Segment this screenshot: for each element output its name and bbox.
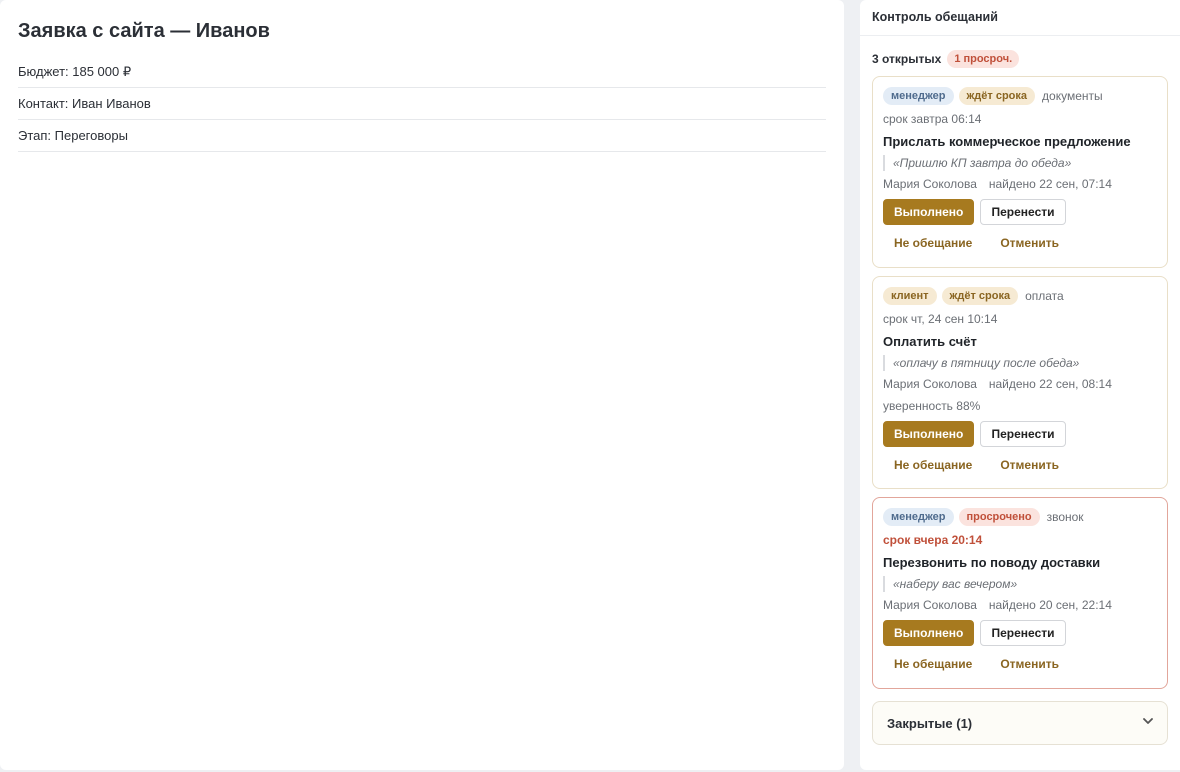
not-promise-link[interactable]: Не обещание [894,235,972,251]
promise-meta: Мария Соколова найдено 22 сен, 07:14 [883,176,1157,192]
not-promise-link[interactable]: Не обещание [894,656,972,672]
found-date: найдено 22 сен, 07:14 [988,177,1112,191]
cancel-link[interactable]: Отменить [1000,656,1059,672]
promise-quote: «наберу вас вечером» [883,576,1157,592]
author: Мария Соколова [883,598,977,612]
done-button[interactable]: Выполнено [883,421,974,447]
promise-title: Оплатить счёт [883,334,977,349]
done-button[interactable]: Выполнено [883,199,974,225]
promise-quote: «Пришлю КП завтра до обеда» [883,155,1157,171]
promises-panel: Контроль обещаний 3 открытых 1 просроч. … [860,0,1180,770]
not-promise-link[interactable]: Не обещание [894,457,972,473]
kind-label: звонок [1046,510,1084,524]
status-tag: просрочено [958,508,1040,526]
promises-summary: 3 открытых 1 просроч. [860,36,1180,70]
reschedule-button[interactable]: Перенести [980,199,1066,225]
promise-quote: «оплачу в пятницу после обеда» [883,355,1157,371]
due-date: срок вчера 20:14 [883,533,983,547]
promise-title: Перезвонить по поводу доставки [883,555,1101,570]
promise-card: менеджер ждёт срока документы срок завтр… [872,76,1168,268]
overdue-badge: 1 просроч. [947,50,1020,68]
closed-label: Закрытые (1) [887,715,973,731]
found-date: найдено 20 сен, 22:14 [988,598,1112,612]
promise-card-overdue: менеджер просрочено звонок срок вчера 20… [872,497,1168,689]
reschedule-button[interactable]: Перенести [980,421,1066,447]
deal-title: Заявка с сайта — Иванов [18,20,270,42]
author: Мария Соколова [883,177,977,191]
status-tag: ждёт срока [941,287,1019,305]
due-date: срок завтра 06:14 [883,112,982,126]
promise-card: клиент ждёт срока оплата срок чт, 24 сен… [872,276,1168,489]
deal-budget: Бюджет: 185 000 ₽ [18,56,826,88]
cancel-link[interactable]: Отменить [1000,457,1059,473]
found-date: найдено 22 сен, 08:14 [988,377,1112,391]
promise-title: Прислать коммерческое предложение [883,134,1131,149]
chevron-down-icon [1143,718,1153,724]
author: Мария Соколова [883,377,977,391]
closed-promises-toggle[interactable]: Закрытые (1) [872,701,1168,745]
reschedule-button[interactable]: Перенести [980,620,1066,646]
deal-stage: Этап: Переговоры [18,120,826,152]
promise-meta: Мария Соколова найдено 20 сен, 22:14 [883,597,1157,613]
deal-panel: Заявка с сайта — Иванов Бюджет: 185 000 … [0,0,844,770]
owner-tag: менеджер [883,508,954,526]
owner-tag: клиент [883,287,937,305]
promises-panel-title: Контроль обещаний [860,0,1180,36]
due-date: срок чт, 24 сен 10:14 [883,312,998,326]
confidence: уверенность 88% [883,399,981,413]
kind-label: документы [1042,89,1103,103]
deal-contact: Контакт: Иван Иванов [18,88,826,120]
status-tag: ждёт срока [958,87,1036,105]
owner-tag: менеджер [883,87,954,105]
open-count: 3 открытых [872,52,942,66]
kind-label: оплата [1025,289,1064,303]
promise-meta: Мария Соколова найдено 22 сен, 08:14 [883,376,1157,392]
done-button[interactable]: Выполнено [883,620,974,646]
cancel-link[interactable]: Отменить [1000,235,1059,251]
